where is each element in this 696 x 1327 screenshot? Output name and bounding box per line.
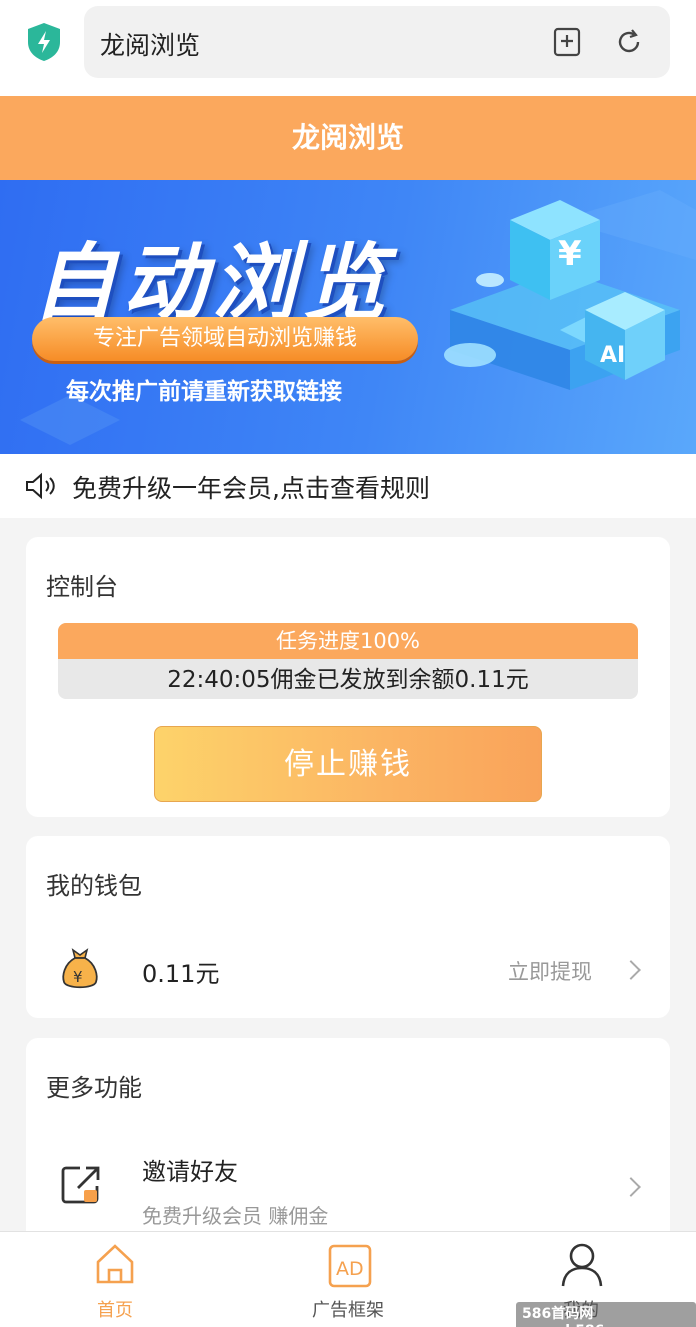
invite-friends-row[interactable]: 邀请好友 免费升级会员 赚佣金 xyxy=(26,1142,670,1232)
invite-subtitle: 免费升级会员 赚佣金 xyxy=(142,1204,329,1228)
more-title: 更多功能 xyxy=(46,1074,142,1102)
chevron-right-icon xyxy=(621,960,641,980)
add-bookmark-icon[interactable] xyxy=(552,27,582,57)
task-progress-bar: 任务进度100% 22:40:05佣金已发放到余额0.11元 xyxy=(58,623,638,699)
svg-text:¥: ¥ xyxy=(73,968,83,986)
wallet-row[interactable]: ¥ 0.11元 立即提现 xyxy=(26,936,670,1006)
withdraw-link[interactable]: 立即提现 xyxy=(508,956,592,986)
notice-text: 免费升级一年会员,点击查看规则 xyxy=(72,474,430,503)
banner-pill: 专注广告领域自动浏览赚钱 xyxy=(32,317,418,361)
site-watermark: 586首码网 www.h586.com xyxy=(516,1302,696,1327)
page-title: 龙阅浏览 xyxy=(291,121,404,154)
wallet-title: 我的钱包 xyxy=(46,872,142,900)
banner-subtitle: 每次推广前请重新获取链接 xyxy=(66,379,342,405)
address-bar[interactable]: 龙阅浏览 xyxy=(84,6,670,78)
home-icon xyxy=(96,1244,134,1284)
tab-home[interactable]: 首页 xyxy=(40,1232,190,1327)
page-header: 龙阅浏览 xyxy=(0,96,696,180)
address-bar-title: 龙阅浏览 xyxy=(100,31,201,60)
more-features-card: 更多功能 邀请好友 免费升级会员 赚佣金 xyxy=(26,1038,670,1248)
promo-banner[interactable]: ¥ AI 自动浏览 专注广告领域自动浏览赚钱 每次推广前请重新获取链接 xyxy=(0,180,696,454)
speaker-icon xyxy=(26,472,55,500)
share-icon xyxy=(61,1166,100,1204)
browser-top-bar: 龙阅浏览 xyxy=(0,0,696,96)
refresh-icon[interactable] xyxy=(614,27,644,57)
svg-text:AD: AD xyxy=(336,1258,364,1280)
chevron-right-icon xyxy=(621,1177,641,1197)
svg-text:AI: AI xyxy=(600,343,625,368)
stop-earning-button[interactable]: 停止赚钱 xyxy=(154,726,542,802)
console-card: 控制台 任务进度100% 22:40:05佣金已发放到余额0.11元 停止赚钱 xyxy=(26,537,670,817)
wallet-balance: 0.11元 xyxy=(142,960,220,988)
svg-text:¥: ¥ xyxy=(558,234,582,274)
task-progress-label: 任务进度100% xyxy=(275,629,421,653)
ad-icon: AD xyxy=(328,1244,372,1288)
shield-lightning-icon[interactable] xyxy=(26,22,62,62)
commission-message: 22:40:05佣金已发放到余额0.11元 xyxy=(167,667,529,693)
user-icon xyxy=(561,1243,603,1287)
notice-bar[interactable]: 免费升级一年会员,点击查看规则 xyxy=(0,454,696,518)
invite-title: 邀请好友 xyxy=(142,1158,238,1186)
wallet-card: 我的钱包 ¥ 0.11元 立即提现 xyxy=(26,836,670,1018)
money-bag-icon: ¥ xyxy=(62,948,98,989)
console-title: 控制台 xyxy=(46,573,118,601)
tab-home-label: 首页 xyxy=(97,1300,133,1321)
tab-ad-frame[interactable]: AD 广告框架 xyxy=(273,1232,423,1327)
tab-ad-frame-label: 广告框架 xyxy=(312,1300,384,1321)
